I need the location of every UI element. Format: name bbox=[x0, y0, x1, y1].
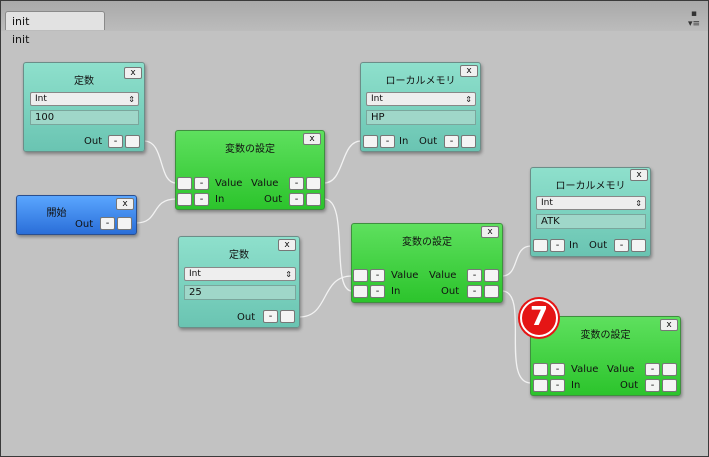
local-memory-node[interactable]: ローカルメモリ x Int ⇕ HP - In Out - bbox=[360, 62, 481, 152]
port-label-in: In bbox=[391, 286, 401, 297]
value-in-connector[interactable] bbox=[353, 269, 368, 282]
canvas-label: init bbox=[12, 33, 30, 46]
out-port-connector[interactable] bbox=[117, 217, 132, 230]
value-out-connector[interactable] bbox=[662, 363, 677, 376]
in-port-minus[interactable]: - bbox=[550, 379, 565, 392]
port-label-in: In bbox=[215, 194, 225, 205]
out-port-minus[interactable]: - bbox=[263, 310, 278, 323]
menu-icon[interactable]: ▾≡ bbox=[688, 19, 700, 29]
value-in-minus[interactable]: - bbox=[370, 269, 385, 282]
set-variable-node[interactable]: 変数の設定 x - Value Value - - In Out - bbox=[175, 130, 325, 210]
out-port-minus[interactable]: - bbox=[108, 135, 123, 148]
type-dropdown[interactable]: Int ⇕ bbox=[30, 92, 139, 106]
close-button[interactable]: x bbox=[460, 65, 478, 77]
port-label-value-in: Value bbox=[215, 178, 243, 189]
start-node[interactable]: 開始 x Out - bbox=[16, 195, 137, 235]
in-port-minus[interactable]: - bbox=[380, 135, 395, 148]
close-button[interactable]: x bbox=[630, 169, 648, 181]
out-port-connector[interactable] bbox=[125, 135, 140, 148]
value-out-minus[interactable]: - bbox=[289, 177, 304, 190]
tab-init[interactable]: init bbox=[5, 11, 105, 30]
in-port-connector[interactable] bbox=[353, 285, 368, 298]
set-variable-node[interactable]: 変数の設定 x - Value Value - - In Out - bbox=[351, 223, 503, 303]
port-label-value-in: Value bbox=[571, 364, 599, 375]
out-port-connector[interactable] bbox=[461, 135, 476, 148]
in-port-connector[interactable] bbox=[177, 193, 192, 206]
type-dropdown[interactable]: Int ⇕ bbox=[536, 196, 646, 210]
port-label-out: Out bbox=[237, 312, 256, 323]
pin-icon[interactable]: ▪ bbox=[688, 9, 700, 19]
value-out-minus[interactable]: - bbox=[645, 363, 660, 376]
value-field[interactable]: 25 bbox=[184, 285, 296, 300]
out-port-connector[interactable] bbox=[306, 193, 321, 206]
port-label-in: In bbox=[569, 240, 579, 251]
constant-node[interactable]: 定数 x Int ⇕ 100 Out - bbox=[23, 62, 145, 152]
port-label-value-out: Value bbox=[607, 364, 635, 375]
step-number-badge: 7 bbox=[520, 299, 558, 337]
out-port-minus[interactable]: - bbox=[645, 379, 660, 392]
port-label-out: Out bbox=[75, 219, 94, 230]
out-port-connector[interactable] bbox=[280, 310, 295, 323]
dropdown-arrow-icon: ⇕ bbox=[635, 199, 642, 208]
out-port-connector[interactable] bbox=[662, 379, 677, 392]
port-label-in: In bbox=[399, 136, 409, 147]
port-label-value-in: Value bbox=[391, 270, 419, 281]
in-port-connector[interactable] bbox=[533, 379, 548, 392]
close-button[interactable]: x bbox=[278, 239, 296, 251]
value-field[interactable]: ATK bbox=[536, 214, 646, 229]
title-bar: init ▪ ▾≡ bbox=[1, 1, 708, 31]
node-title: 変数の設定 bbox=[402, 237, 452, 248]
type-dropdown[interactable]: Int ⇕ bbox=[184, 267, 296, 281]
port-label-out: Out bbox=[589, 240, 608, 251]
window-controls: ▪ ▾≡ bbox=[688, 9, 700, 29]
close-button[interactable]: x bbox=[116, 198, 134, 210]
close-button[interactable]: x bbox=[303, 133, 321, 145]
out-port-connector[interactable] bbox=[631, 239, 646, 252]
port-label-out: Out bbox=[264, 194, 283, 205]
type-dropdown[interactable]: Int ⇕ bbox=[366, 92, 476, 106]
close-button[interactable]: x bbox=[481, 226, 499, 238]
dropdown-value: Int bbox=[189, 269, 201, 279]
out-port-minus[interactable]: - bbox=[444, 135, 459, 148]
port-label-value-out: Value bbox=[429, 270, 457, 281]
in-port-minus[interactable]: - bbox=[194, 193, 209, 206]
out-port-minus[interactable]: - bbox=[100, 217, 115, 230]
in-port-minus[interactable]: - bbox=[370, 285, 385, 298]
port-label-out: Out bbox=[419, 136, 438, 147]
port-label-out: Out bbox=[84, 136, 103, 147]
in-port-connector[interactable] bbox=[363, 135, 378, 148]
constant-node[interactable]: 定数 x Int ⇕ 25 Out - bbox=[178, 236, 300, 328]
port-label-in: In bbox=[571, 380, 581, 391]
value-out-connector[interactable] bbox=[484, 269, 499, 282]
value-in-minus[interactable]: - bbox=[194, 177, 209, 190]
out-port-minus[interactable]: - bbox=[289, 193, 304, 206]
in-port-connector[interactable] bbox=[533, 239, 548, 252]
dropdown-arrow-icon: ⇕ bbox=[128, 95, 135, 104]
value-out-connector[interactable] bbox=[306, 177, 321, 190]
local-memory-node[interactable]: ローカルメモリ x Int ⇕ ATK - In Out - bbox=[530, 167, 651, 257]
dropdown-value: Int bbox=[35, 94, 47, 104]
node-title: 変数の設定 bbox=[225, 144, 275, 155]
close-button[interactable]: x bbox=[124, 67, 142, 79]
value-out-minus[interactable]: - bbox=[467, 269, 482, 282]
out-port-minus[interactable]: - bbox=[467, 285, 482, 298]
dropdown-arrow-icon: ⇕ bbox=[285, 270, 292, 279]
port-label-out: Out bbox=[620, 380, 639, 391]
dropdown-value: Int bbox=[371, 94, 383, 104]
value-in-connector[interactable] bbox=[177, 177, 192, 190]
port-label-out: Out bbox=[441, 286, 460, 297]
port-label-value-out: Value bbox=[251, 178, 279, 189]
value-field[interactable]: HP bbox=[366, 110, 476, 125]
close-button[interactable]: x bbox=[660, 319, 678, 331]
value-in-connector[interactable] bbox=[533, 363, 548, 376]
value-in-minus[interactable]: - bbox=[550, 363, 565, 376]
dropdown-value: Int bbox=[541, 198, 553, 208]
in-port-minus[interactable]: - bbox=[550, 239, 565, 252]
out-port-minus[interactable]: - bbox=[614, 239, 629, 252]
dropdown-arrow-icon: ⇕ bbox=[465, 95, 472, 104]
out-port-connector[interactable] bbox=[484, 285, 499, 298]
value-field[interactable]: 100 bbox=[30, 110, 139, 125]
